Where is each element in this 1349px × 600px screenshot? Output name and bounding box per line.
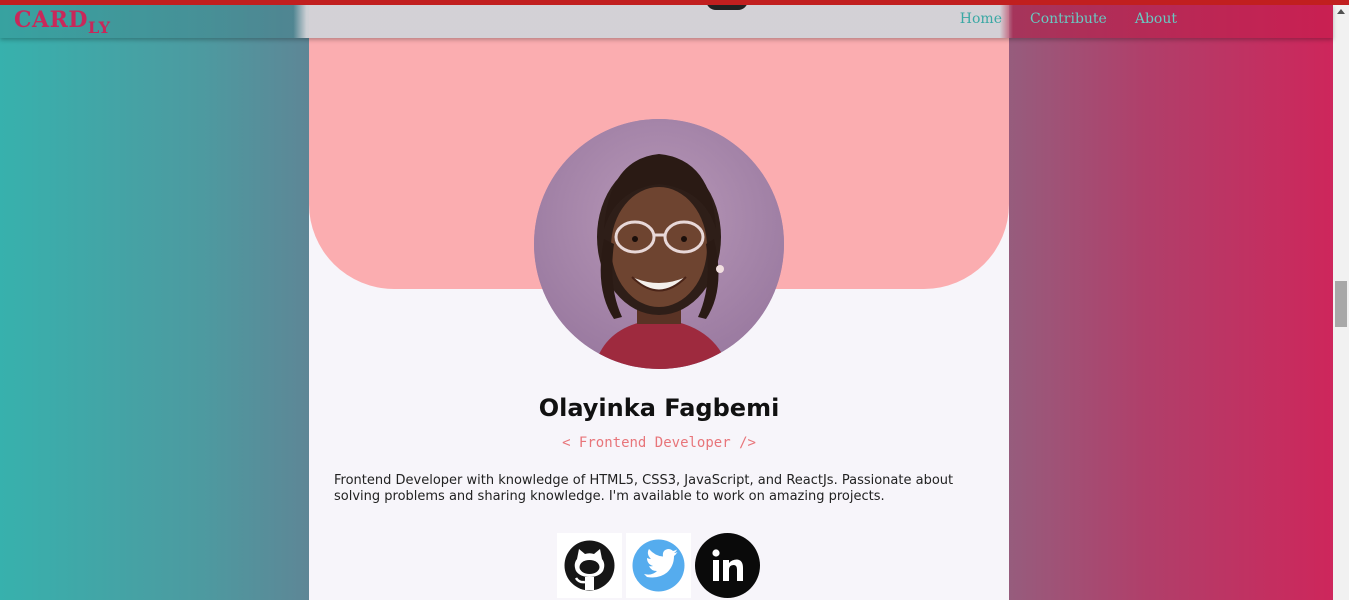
github-icon — [557, 533, 622, 598]
profile-name: Olayinka Fagbemi — [538, 394, 780, 422]
twitter-icon — [626, 533, 691, 598]
social-links — [557, 533, 760, 598]
scrollbar[interactable] — [1333, 5, 1349, 600]
github-link[interactable] — [557, 533, 622, 598]
linkedin-icon — [695, 533, 760, 598]
logo-main: CARD — [14, 7, 88, 33]
logo-sub: LY — [87, 18, 111, 37]
nav-links: Home Contribute About — [946, 11, 1191, 27]
avatar — [534, 119, 784, 369]
scroll-up-arrow-icon[interactable] — [1337, 9, 1345, 14]
nav-link-about[interactable]: About — [1121, 11, 1191, 27]
profile-card: Olayinka Fagbemi < Frontend Developer />… — [309, 0, 1009, 600]
profile-bio: Frontend Developer with knowledge of HTM… — [334, 473, 954, 504]
logo[interactable]: CARDLY — [14, 7, 111, 37]
profile-role: < Frontend Developer /> — [562, 435, 756, 451]
top-accent-bar — [0, 0, 1349, 5]
scroll-thumb[interactable] — [1335, 281, 1347, 327]
linkedin-link[interactable] — [695, 533, 760, 598]
nav-link-home[interactable]: Home — [946, 11, 1016, 27]
navbar: CARDLY Home Contribute About — [0, 5, 1333, 38]
avatar-photo — [534, 119, 784, 369]
nav-link-contribute[interactable]: Contribute — [1016, 11, 1121, 27]
twitter-link[interactable] — [626, 533, 691, 598]
